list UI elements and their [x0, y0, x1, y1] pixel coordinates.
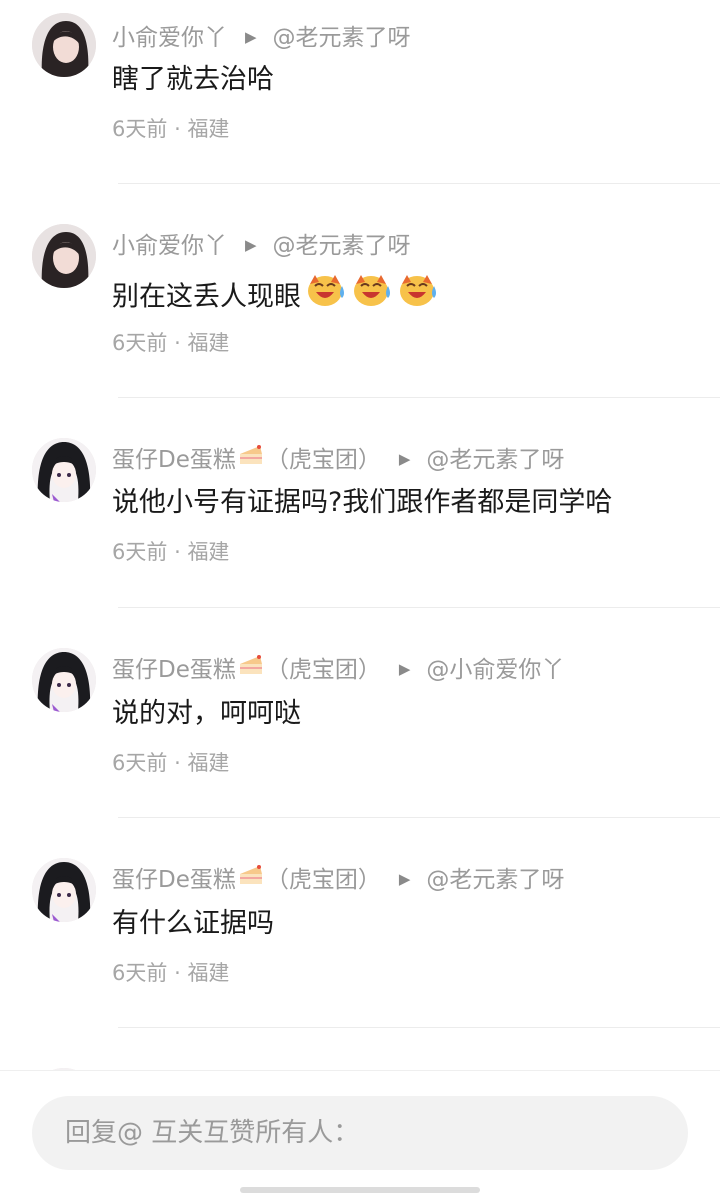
- cake-icon: [238, 442, 264, 476]
- comment-text-content: 别在这丢人现眼: [112, 281, 301, 313]
- reply-target[interactable]: @小俞爱你丫: [426, 657, 564, 683]
- separator-dot: ·: [174, 961, 181, 985]
- play-arrow-icon: ▶: [245, 27, 257, 46]
- comment-text: 别在这丢人现眼: [112, 274, 439, 314]
- location: 福建: [187, 117, 230, 141]
- laugh-cry-emoji: [305, 272, 347, 320]
- location: 福建: [187, 961, 230, 985]
- username[interactable]: 蛋仔De蛋糕: [112, 867, 236, 893]
- laugh-cry-emoji: [397, 272, 439, 320]
- avatar[interactable]: [32, 858, 96, 922]
- comment-time: 6天前 · 福建: [112, 327, 229, 359]
- separator-dot: ·: [174, 751, 181, 775]
- reply-input[interactable]: 回复@ 互关互赞所有人：: [32, 1096, 688, 1170]
- comment-item[interactable]: 小俞爱你丫 ▶ @老元素了呀 瞎了就去治哈 6天前 · 福建: [0, 0, 720, 210]
- comment-meta: 蛋仔De蛋糕 （虎宝团） ▶ @老元素了呀: [112, 863, 564, 897]
- avatar[interactable]: [32, 13, 96, 77]
- play-arrow-icon: ▶: [398, 659, 411, 678]
- comment-text: 瞎了就去治哈: [112, 64, 274, 95]
- time-ago: 6天前: [112, 540, 168, 564]
- comment-item[interactable]: 小俞爱你丫 ▶ @老元素了呀 别在这丢人现眼 6天前 · 福建: [0, 184, 720, 398]
- username[interactable]: 蛋仔De蛋糕: [112, 447, 236, 473]
- time-ago: 6天前: [112, 117, 168, 141]
- comment-meta: 小俞爱你丫 ▶ @老元素了呀: [112, 21, 411, 55]
- comment-time: 6天前 · 福建: [112, 957, 229, 989]
- username[interactable]: 蛋仔De蛋糕: [112, 657, 236, 683]
- cake-icon: [238, 652, 264, 686]
- comment-time: 6天前 · 福建: [112, 747, 229, 779]
- comment-text: 有什么证据吗: [112, 908, 274, 939]
- play-arrow-icon: ▶: [245, 235, 257, 254]
- username[interactable]: 小俞爱你丫: [112, 25, 227, 51]
- avatar[interactable]: [32, 224, 96, 288]
- laugh-cry-emoji: [351, 272, 393, 320]
- reply-target[interactable]: @老元素了呀: [426, 447, 564, 473]
- time-ago: 6天前: [112, 331, 168, 355]
- reply-target[interactable]: @老元素了呀: [426, 867, 564, 893]
- avatar[interactable]: [32, 648, 96, 712]
- comment-meta: 小俞爱你丫 ▶ @老元素了呀: [112, 229, 411, 263]
- comment-text: 说的对，呵呵哒: [112, 698, 301, 729]
- comment-text: 说他小号有证据吗?我们跟作者都是同学哈: [112, 487, 613, 518]
- cake-icon: [238, 862, 264, 896]
- avatar[interactable]: [32, 438, 96, 502]
- username[interactable]: 小俞爱你丫: [112, 233, 227, 259]
- time-ago: 6天前: [112, 751, 168, 775]
- user-suffix: （虎宝团）: [265, 867, 381, 893]
- separator-dot: ·: [174, 540, 181, 564]
- home-indicator[interactable]: [240, 1187, 480, 1193]
- comment-item[interactable]: 蛋仔De蛋糕 （虎宝团） ▶ @小俞爱你丫 说的对，呵呵哒 6天前 · 福建: [0, 608, 720, 818]
- user-suffix: （虎宝团）: [265, 447, 381, 473]
- comment-meta: 蛋仔De蛋糕 （虎宝团） ▶ @老元素了呀: [112, 443, 564, 477]
- reply-bar: 回复@ 互关互赞所有人：: [0, 1070, 720, 1194]
- play-arrow-icon: ▶: [398, 449, 411, 468]
- separator-dot: ·: [174, 331, 181, 355]
- play-arrow-icon: ▶: [398, 869, 411, 888]
- comment-meta: 蛋仔De蛋糕 （虎宝团） ▶ @小俞爱你丫: [112, 653, 564, 687]
- location: 福建: [187, 751, 230, 775]
- comment-item[interactable]: 蛋仔De蛋糕 （虎宝团） ▶ @老元素了呀 说他小号有证据吗?我们跟作者都是同学哈 6…: [0, 398, 720, 608]
- comment-item[interactable]: 蛋仔De蛋糕 （虎宝团） ▶ @老元素了呀 有什么证据吗 6天前 · 福建: [0, 818, 720, 1028]
- reply-target[interactable]: @老元素了呀: [273, 233, 411, 259]
- time-ago: 6天前: [112, 961, 168, 985]
- comment-list: 小俞爱你丫 ▶ @老元素了呀 瞎了就去治哈 6天前 · 福建 小俞爱你丫 ▶ @老元素了…: [0, 0, 720, 1070]
- reply-target[interactable]: @老元素了呀: [273, 25, 411, 51]
- comment-time: 6天前 · 福建: [112, 536, 229, 568]
- comment-item[interactable]: [0, 1028, 720, 1070]
- separator-dot: ·: [174, 117, 181, 141]
- location: 福建: [187, 540, 230, 564]
- comment-time: 6天前 · 福建: [112, 113, 229, 145]
- user-suffix: （虎宝团）: [265, 657, 381, 683]
- location: 福建: [187, 331, 230, 355]
